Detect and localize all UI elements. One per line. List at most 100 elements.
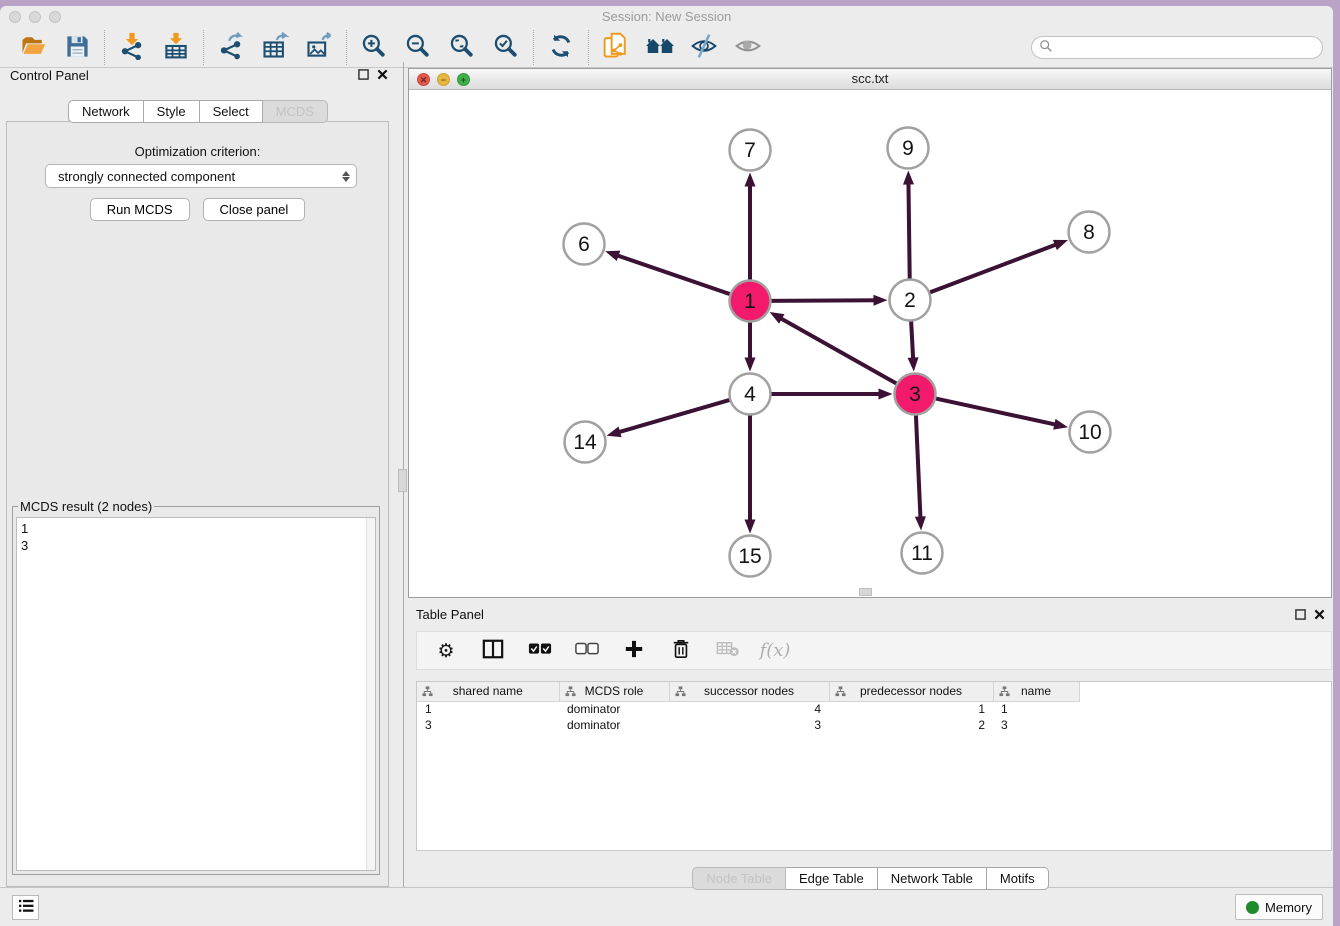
graph-node-1[interactable]: 1 — [730, 281, 771, 322]
open-session-button[interactable] — [15, 31, 51, 65]
graph-edge-3-1[interactable] — [770, 312, 899, 385]
search-field[interactable] — [1031, 36, 1323, 59]
zoom-out-button[interactable] — [400, 31, 436, 65]
create-column-button[interactable] — [621, 637, 647, 665]
graph-node-14[interactable]: 14 — [565, 422, 606, 463]
graph-node-15[interactable]: 15 — [730, 536, 771, 577]
close-view-button[interactable]: ✕ — [417, 73, 430, 86]
table-row[interactable]: 3dominator323 — [417, 717, 1079, 733]
close-table-panel-icon[interactable] — [1314, 608, 1325, 623]
graph-edge-3-10[interactable] — [933, 398, 1068, 430]
graph-edge-4-3[interactable] — [769, 389, 893, 400]
network-window-titlebar[interactable]: ✕ − + scc.txt — [409, 69, 1331, 90]
first-neighbors-button[interactable] — [642, 31, 678, 65]
tab-network[interactable]: Network — [68, 100, 144, 123]
delete-columns-button[interactable] — [668, 637, 694, 665]
duplicate-network-button[interactable] — [598, 31, 634, 65]
search-input[interactable] — [1053, 39, 1322, 57]
optimization-criterion-select[interactable]: strongly connected component — [45, 164, 357, 188]
graph-node-4[interactable]: 4 — [730, 374, 771, 415]
column-header-shared-name[interactable]: shared name — [417, 682, 559, 701]
tab-edge-table[interactable]: Edge Table — [786, 867, 878, 890]
delete-table-button[interactable] — [715, 637, 741, 665]
hide-graphics-details-button[interactable] — [686, 31, 722, 65]
float-table-panel-icon[interactable] — [1295, 608, 1306, 623]
table-cell[interactable]: 2 — [829, 717, 993, 733]
tab-node-table[interactable]: Node Table — [692, 867, 786, 890]
close-window-button[interactable] — [9, 11, 21, 23]
graph-node-10[interactable]: 10 — [1070, 412, 1111, 453]
import-network-button[interactable] — [114, 31, 150, 65]
graph-edge-1-4[interactable] — [745, 320, 756, 372]
table-cell[interactable]: 4 — [669, 701, 829, 717]
run-mcds-button[interactable]: Run MCDS — [90, 198, 190, 221]
memory-button[interactable]: Memory — [1235, 894, 1323, 920]
table-cell[interactable]: 3 — [669, 717, 829, 733]
table-cell[interactable]: 1 — [829, 701, 993, 717]
maximize-view-button[interactable]: + — [457, 73, 470, 86]
table-cell[interactable]: 1 — [993, 701, 1079, 717]
graph-edge-2-3[interactable] — [908, 318, 919, 371]
view-resize-grip[interactable] — [859, 588, 872, 596]
select-all-columns-button[interactable] — [527, 637, 553, 665]
graph-edge-1-2[interactable] — [768, 295, 887, 306]
tab-select[interactable]: Select — [200, 100, 263, 123]
graph-node-7[interactable]: 7 — [730, 130, 771, 171]
close-panel-icon[interactable] — [377, 68, 388, 83]
table-cell[interactable]: 3 — [993, 717, 1079, 733]
graph-node-2[interactable]: 2 — [890, 280, 931, 321]
equation-builder-button[interactable]: f(x) — [762, 637, 788, 665]
column-header-successor-nodes[interactable]: successor nodes — [669, 682, 829, 701]
panel-splitter[interactable] — [396, 62, 408, 887]
column-header-MCDS-role[interactable]: MCDS role — [559, 682, 669, 701]
float-panel-icon[interactable] — [358, 68, 369, 83]
import-table-button[interactable] — [158, 31, 194, 65]
zoom-fit-button[interactable] — [444, 31, 480, 65]
mcds-result-text[interactable]: 1 3 — [16, 517, 376, 871]
zoom-window-button[interactable] — [49, 11, 61, 23]
zoom-selected-button[interactable] — [488, 31, 524, 65]
table-cell[interactable]: dominator — [559, 701, 669, 717]
graph-edge-4-14[interactable] — [607, 399, 733, 437]
table-options-button[interactable]: ⚙ — [433, 637, 459, 665]
svg-text:14: 14 — [573, 431, 597, 454]
graph-edge-2-8[interactable] — [927, 240, 1068, 294]
show-graphics-details-button[interactable] — [730, 31, 766, 65]
table-cell[interactable]: 3 — [417, 717, 559, 733]
graph-node-8[interactable]: 8 — [1069, 212, 1110, 253]
table-cell[interactable]: dominator — [559, 717, 669, 733]
tab-style[interactable]: Style — [144, 100, 200, 123]
unselect-all-columns-button[interactable] — [574, 637, 600, 665]
zoom-in-button[interactable] — [356, 31, 392, 65]
save-session-button[interactable] — [59, 31, 95, 65]
export-network-button[interactable] — [213, 31, 249, 65]
show-columns-button[interactable] — [480, 637, 506, 665]
column-header-name[interactable]: name — [993, 682, 1079, 701]
apply-layout-button[interactable] — [543, 31, 579, 65]
graph-node-3[interactable]: 3 — [895, 374, 936, 415]
table-row[interactable]: 1dominator411 — [417, 701, 1079, 717]
graph-edge-4-15[interactable] — [745, 413, 756, 534]
splitter-grip[interactable] — [398, 469, 407, 492]
export-table-button[interactable] — [257, 31, 293, 65]
graph-edge-3-11[interactable] — [915, 412, 926, 530]
close-panel-button[interactable]: Close panel — [203, 198, 306, 221]
column-header-predecessor-nodes[interactable]: predecessor nodes — [829, 682, 993, 701]
graph-edge-1-6[interactable] — [605, 251, 732, 295]
network-canvas[interactable]: 7 9 6 8 1 2 4 3 14 10 15 11 — [409, 90, 1331, 596]
graph-node-9[interactable]: 9 — [888, 128, 929, 169]
graph-node-6[interactable]: 6 — [564, 224, 605, 265]
tab-mcds[interactable]: MCDS — [263, 100, 328, 123]
tab-network-table[interactable]: Network Table — [878, 867, 987, 890]
graph-edge-2-9[interactable] — [903, 170, 914, 281]
result-scrollbar[interactable] — [366, 518, 375, 870]
minimize-window-button[interactable] — [29, 11, 41, 23]
graph-node-11[interactable]: 11 — [902, 533, 943, 574]
node-table-header[interactable]: shared nameMCDS rolesuccessor nodesprede… — [417, 682, 1079, 701]
export-image-button[interactable] — [301, 31, 337, 65]
table-cell[interactable]: 1 — [417, 701, 559, 717]
minimize-view-button[interactable]: − — [437, 73, 450, 86]
graph-edge-1-7[interactable] — [745, 173, 756, 283]
task-history-button[interactable] — [12, 895, 39, 920]
tab-motifs[interactable]: Motifs — [987, 867, 1049, 890]
